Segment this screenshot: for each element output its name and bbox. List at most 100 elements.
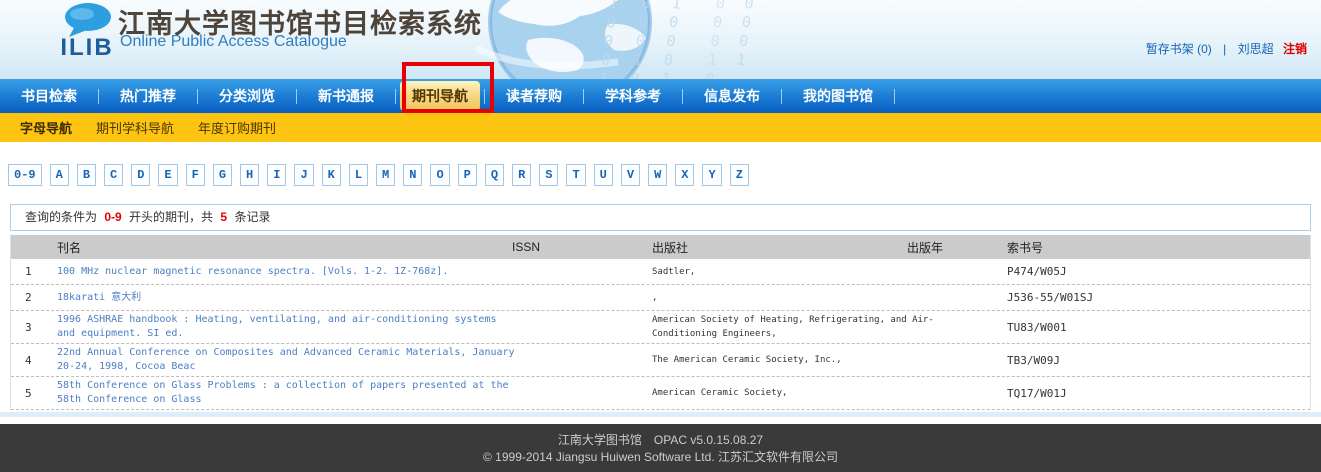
alphabet-link-F[interactable]: F xyxy=(185,164,205,186)
row-number: 5 xyxy=(25,386,32,400)
nav-item-9[interactable]: 我的图书馆 xyxy=(782,86,894,106)
publisher-cell: Sadtler, xyxy=(652,266,696,277)
callnumber-cell: P474/W05J xyxy=(1007,265,1067,278)
alphabet-link-R[interactable]: R xyxy=(512,164,532,186)
query-middle: 开头的期刊，共 xyxy=(129,210,214,224)
table-row: 2 18karati 意大利, J536-55/W01SJ xyxy=(11,285,1310,311)
binary-decoration: 00010 xyxy=(699,0,731,79)
table-row: 3 1996 ASHRAE handbook : Heating, ventila… xyxy=(11,311,1310,344)
query-suffix: 条记录 xyxy=(234,210,271,224)
nav-item-3[interactable]: 分类浏览 xyxy=(198,86,296,106)
alphabet-link-L[interactable]: L xyxy=(348,164,369,186)
title-cell: 22nd Annual Conference on Composites and… xyxy=(53,346,515,374)
content-bottom-strip xyxy=(0,412,1321,417)
alphabet-link-M[interactable]: M xyxy=(376,164,396,186)
alphabet-nav: 0-9 A B C D E F G H I J K L M N O P Q R S T U V W X Y Z xyxy=(8,162,1321,188)
table-row: 5 58th Conference on Glass Problems : a c… xyxy=(11,377,1310,410)
table-row: 4 22nd Annual Conference on Composites an… xyxy=(11,344,1310,377)
alphabet-link-W[interactable]: W xyxy=(648,164,668,186)
table-row: 1 100 MHz nuclear magnetic resonance spec… xyxy=(11,259,1310,285)
logo-text: ILIB xyxy=(60,34,114,61)
alphabet-link-0-9[interactable]: 0-9 xyxy=(8,164,42,186)
nav-item-5-active[interactable]: 期刊导航 xyxy=(400,81,480,111)
row-number: 2 xyxy=(25,291,32,304)
main-nav: 书目检索 热门推荐 分类浏览 新书通报 期刊导航 读者荐购 学科参考 信息发布 我的图书馆 xyxy=(0,79,1321,113)
alphabet-link-I[interactable]: I xyxy=(267,164,287,186)
subnav-item-1[interactable]: 字母导航 xyxy=(20,118,72,137)
alphabet-link-D[interactable]: D xyxy=(131,164,151,186)
callnumber-cell: TU83/W001 xyxy=(1007,320,1067,334)
alphabet-link-H[interactable]: H xyxy=(240,164,260,186)
alphabet-link-Z[interactable]: Z xyxy=(729,164,749,186)
table-header-row: 刊名 ISSN 出版社 出版年 索书号 xyxy=(11,235,1310,259)
ilib-logo[interactable]: ILIB xyxy=(52,2,122,61)
query-count: 5 xyxy=(220,210,228,224)
alphabet-link-G[interactable]: G xyxy=(212,164,233,186)
callnumber-cell: J536-55/W01SJ xyxy=(1007,291,1094,304)
nav-item-6[interactable]: 读者荐购 xyxy=(485,86,583,106)
user-bar: 暂存书架 (0) | 刘思超 注销 xyxy=(1146,40,1307,57)
nav-item-4[interactable]: 新书通报 xyxy=(297,86,395,106)
journal-title-link[interactable]: 18karati 意大利 xyxy=(57,292,141,303)
alphabet-link-S[interactable]: S xyxy=(539,164,559,186)
speech-bubble-icon xyxy=(65,3,111,37)
alphabet-link-Y[interactable]: Y xyxy=(702,164,722,186)
nav-item-1[interactable]: 书目检索 xyxy=(0,86,98,106)
query-prefix: 查询的条件为 xyxy=(25,210,98,224)
alphabet-link-T[interactable]: T xyxy=(566,164,586,186)
title-cell: 58th Conference on Glass Problems : a co… xyxy=(53,379,509,407)
column-header-issn: ISSN xyxy=(512,240,541,254)
publisher-cell: American Society of Heating, Refrigerati… xyxy=(652,315,934,339)
publisher-cell: American Ceramic Society, xyxy=(652,388,788,398)
alphabet-link-B[interactable]: B xyxy=(76,164,97,186)
alphabet-link-P[interactable]: P xyxy=(457,164,477,186)
nav-separator xyxy=(395,88,396,104)
nav-item-2[interactable]: 热门推荐 xyxy=(99,86,197,106)
publisher-cell: The American Ceramic Society, Inc., xyxy=(652,355,842,365)
alphabet-link-N[interactable]: N xyxy=(403,164,423,186)
table-body: 1 100 MHz nuclear magnetic resonance spec… xyxy=(11,259,1310,410)
user-bar-separator: | xyxy=(1223,42,1227,56)
journal-title-link[interactable]: 58th Conference on Glass Problems : a co… xyxy=(57,380,509,405)
alphabet-link-K[interactable]: K xyxy=(321,164,341,186)
journal-title-link[interactable]: 100 MHz nuclear magnetic resonance spect… xyxy=(57,266,448,277)
publisher-cell: , xyxy=(652,292,658,303)
callnumber-cell: TQ17/W01J xyxy=(1007,386,1067,400)
query-info: 查询的条件为 0-9 开头的期刊，共 5 条记录 xyxy=(10,204,1311,231)
page-footer: 江南大学图书馆 OPAC v5.0.15.08.27 © 1999-2014 J… xyxy=(0,424,1321,472)
column-header-year: 出版年 xyxy=(907,240,944,255)
alphabet-link-Q[interactable]: Q xyxy=(484,164,505,186)
page-header: 100010 000101 10001 00010 0001 ILIB 江南大学… xyxy=(0,0,1321,79)
alphabet-link-V[interactable]: V xyxy=(620,164,641,186)
subnav-item-2[interactable]: 期刊学科导航 xyxy=(96,118,174,137)
subnav-item-3[interactable]: 年度订购期刊 xyxy=(198,118,276,137)
nav-separator xyxy=(894,88,895,104)
alphabet-link-E[interactable]: E xyxy=(158,164,178,186)
row-number: 1 xyxy=(25,265,32,278)
logout-link[interactable]: 注销 xyxy=(1283,42,1307,56)
results-table: 刊名 ISSN 出版社 出版年 索书号 1 100 MHz nuclear mag… xyxy=(10,235,1311,410)
sub-nav: 字母导航 期刊学科导航 年度订购期刊 xyxy=(0,113,1321,142)
callnumber-cell: TB3/W09J xyxy=(1007,353,1060,367)
alphabet-link-A[interactable]: A xyxy=(49,164,69,186)
alphabet-link-O[interactable]: O xyxy=(430,164,450,186)
bookshelf-link[interactable]: 暂存书架 (0) xyxy=(1146,42,1212,56)
alphabet-link-U[interactable]: U xyxy=(593,164,613,186)
nav-item-7[interactable]: 学科参考 xyxy=(584,86,682,106)
journal-title-link[interactable]: 22nd Annual Conference on Composites and… xyxy=(57,347,515,372)
alphabet-link-J[interactable]: J xyxy=(294,164,314,186)
nav-item-8[interactable]: 信息发布 xyxy=(683,86,781,106)
column-header-publisher: 出版社 xyxy=(652,240,689,255)
query-keyword: 0-9 xyxy=(104,210,122,224)
binary-decoration: 0001 xyxy=(730,0,760,71)
footer-line1: 江南大学图书馆 OPAC v5.0.15.08.27 xyxy=(557,433,764,447)
title-cell: 100 MHz nuclear magnetic resonance spect… xyxy=(53,265,508,279)
title-cell: 1996 ASHRAE handbook : Heating, ventilat… xyxy=(53,313,508,341)
alphabet-link-C[interactable]: C xyxy=(104,164,124,186)
journal-title-link[interactable]: 1996 ASHRAE handbook : Heating, ventilat… xyxy=(57,314,497,339)
alphabet-link-X[interactable]: X xyxy=(675,164,695,186)
column-header-callnumber: 索书号 xyxy=(1007,240,1044,255)
opac-page: 100010 000101 10001 00010 0001 ILIB 江南大学… xyxy=(0,0,1321,472)
site-subtitle: Online Public Access Catalogue xyxy=(120,33,347,50)
username-link[interactable]: 刘思超 xyxy=(1238,42,1274,56)
